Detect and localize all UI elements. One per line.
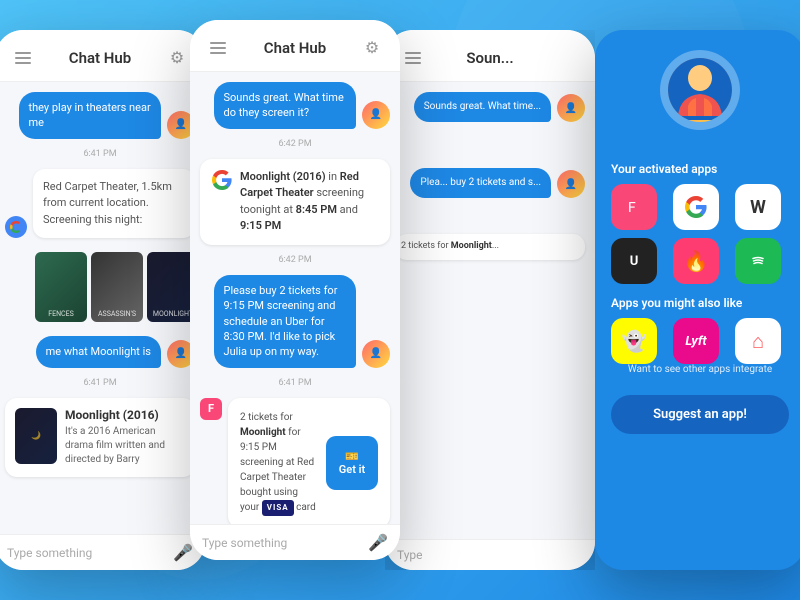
phone-right-header: Soun...: [385, 30, 595, 82]
google-screening-msg: Moonlight (2016) in Red Carpet Theater s…: [200, 159, 390, 245]
mic-icon-left[interactable]: 🎤: [173, 543, 193, 562]
spacer2: [395, 206, 585, 226]
phone-apps: Your activated apps F W U 🔥: [595, 30, 800, 570]
google-screening-text: Moonlight (2016) in Red Carpet Theater s…: [240, 169, 378, 235]
ticket-card: 2 tickets for Moonlight for 9:15 PM scre…: [228, 398, 390, 524]
gear-icon-center[interactable]: ⚙: [360, 36, 384, 60]
phone-center-title: Chat Hub: [264, 39, 326, 57]
msg-sounds-great: Sounds great. What time do they screen i…: [200, 82, 390, 129]
bubble-sounds-great: Sounds great. What time do they screen i…: [214, 82, 357, 129]
phone-right: Soun... Sounds great. What time... 👤 Ple…: [385, 30, 595, 570]
bubble-moonlight-q: me what Moonlight is: [36, 336, 161, 367]
moonlight-title: Moonlight (2016): [65, 408, 185, 422]
avatar-large-wrap: [660, 50, 740, 130]
avatar-center-1: 👤: [362, 101, 390, 129]
ticket-info-right: 2 tickets for Moonlight...: [401, 240, 579, 254]
phone-left-title: Chat Hub: [69, 49, 131, 67]
phone-left-header: Chat Hub ⚙: [0, 30, 205, 82]
bubble-theaters: they play in theaters near me: [19, 92, 162, 139]
app-google[interactable]: [673, 184, 719, 230]
bubble-buy-tickets: Please buy 2 tickets for 9:15 PM screeni…: [214, 275, 357, 368]
phone-center-input-bar: Type something 🎤: [190, 524, 400, 560]
msg-right-1: Sounds great. What time... 👤: [395, 92, 585, 122]
google-avatar-1: [5, 216, 27, 238]
app-wikipedia[interactable]: W: [735, 184, 781, 230]
phone-center-placeholder[interactable]: Type something: [202, 536, 360, 550]
visa-badge: VISA: [262, 500, 294, 516]
phones-container: Chat Hub ⚙ they play in theaters near me…: [0, 30, 800, 570]
gear-icon[interactable]: ⚙: [165, 46, 189, 70]
activated-apps-grid: F W U 🔥: [595, 184, 800, 284]
menu-icon-center[interactable]: [206, 36, 230, 60]
phone-center-header: Chat Hub ⚙: [190, 20, 400, 72]
suggested-apps-grid: 👻 Lyft ⌂: [595, 318, 800, 364]
app-lyft[interactable]: Lyft: [673, 318, 719, 364]
bubble-right-1: Sounds great. What time...: [414, 92, 551, 122]
suggest-btn[interactable]: Suggest an app!: [611, 395, 789, 434]
menu-icon-right[interactable]: [401, 46, 425, 70]
poster-assassins[interactable]: ASSASSIN'S: [91, 252, 143, 322]
phone-right-title: Soun...: [466, 49, 513, 67]
msg-buy-tickets: Please buy 2 tickets for 9:15 PM screeni…: [200, 275, 390, 368]
avatar-right-2: 👤: [557, 170, 585, 198]
msg-theaters: they play in theaters near me 👤: [5, 92, 195, 139]
menu-icon[interactable]: [11, 46, 35, 70]
moonlight-info-card: 🌙 Moonlight (2016) It's a 2016 American …: [5, 398, 195, 477]
app-tinder[interactable]: 🔥: [673, 238, 719, 284]
suggested-apps-title: Apps you might also like: [611, 296, 789, 310]
app-snapchat[interactable]: 👻: [611, 318, 657, 364]
ticket-row: F 2 tickets for Moonlight for 9:15 PM sc…: [200, 398, 390, 524]
get-it-button[interactable]: 🎫Get it: [326, 436, 378, 490]
phone-left-placeholder[interactable]: Type something: [7, 546, 165, 560]
phone-center-chat: Sounds great. What time do they screen i…: [190, 72, 400, 524]
msg-theater-bot: Red Carpet Theater, 1.5km from current l…: [5, 169, 195, 239]
time-c1: 6:42 PM: [200, 139, 390, 149]
mic-icon-center[interactable]: 🎤: [368, 533, 388, 552]
ticket-card-right: 2 tickets for Moonlight...: [395, 234, 585, 260]
google-logo: [212, 169, 232, 196]
avatar-center-2: 👤: [362, 340, 390, 368]
msg-moonlight-q: me what Moonlight is 👤: [5, 336, 195, 367]
moonlight-thumb: 🌙: [15, 408, 57, 464]
app-spotify[interactable]: [735, 238, 781, 284]
app-airbnb[interactable]: ⌂: [735, 318, 781, 364]
phone-right-placeholder[interactable]: Type: [397, 548, 583, 562]
theater-bot-msg: Red Carpet Theater, 1.5km from current l…: [33, 169, 195, 239]
svg-text:F: F: [628, 200, 636, 216]
foursquare-icon: F: [200, 398, 222, 420]
apps-header: [595, 30, 800, 150]
bubble-right-2: Plea... buy 2 tickets and s...: [410, 168, 551, 198]
integrate-text: Want to see other apps integrate: [595, 364, 800, 381]
avatar-large: [668, 58, 732, 122]
ticket-info: 2 tickets for Moonlight for 9:15 PM scre…: [240, 410, 318, 516]
app-uber[interactable]: U: [611, 238, 657, 284]
activated-apps-title: Your activated apps: [611, 162, 789, 176]
phone-right-chat: Sounds great. What time... 👤 Plea... buy…: [385, 82, 595, 539]
time-2: 6:41 PM: [5, 378, 195, 388]
ticket-card-wrap: 2 tickets for Moonlight for 9:15 PM scre…: [228, 398, 390, 524]
phone-right-input-bar: Type: [385, 539, 595, 570]
moonlight-desc: It's a 2016 American drama film written …: [65, 425, 185, 467]
phone-left: Chat Hub ⚙ they play in theaters near me…: [0, 30, 205, 570]
movies-row: FENCES ASSASSIN'S MOONLIGHT: [5, 246, 195, 328]
phone-left-chat: they play in theaters near me 👤 6:41 PM …: [0, 82, 205, 534]
app-foursquare[interactable]: F: [611, 184, 657, 230]
moonlight-info-text: Moonlight (2016) It's a 2016 American dr…: [65, 408, 185, 467]
poster-fences[interactable]: FENCES: [35, 252, 87, 322]
phone-center: Chat Hub ⚙ Sounds great. What time do th…: [190, 20, 400, 560]
msg-right-2: Plea... buy 2 tickets and s... 👤: [395, 168, 585, 198]
time-1: 6:41 PM: [5, 149, 195, 159]
time-c2: 6:42 PM: [200, 255, 390, 265]
spacer: [395, 130, 585, 160]
avatar-right: 👤: [557, 94, 585, 122]
phone-left-input-bar: Type something 🎤: [0, 534, 205, 570]
time-c3: 6:41 PM: [200, 378, 390, 388]
